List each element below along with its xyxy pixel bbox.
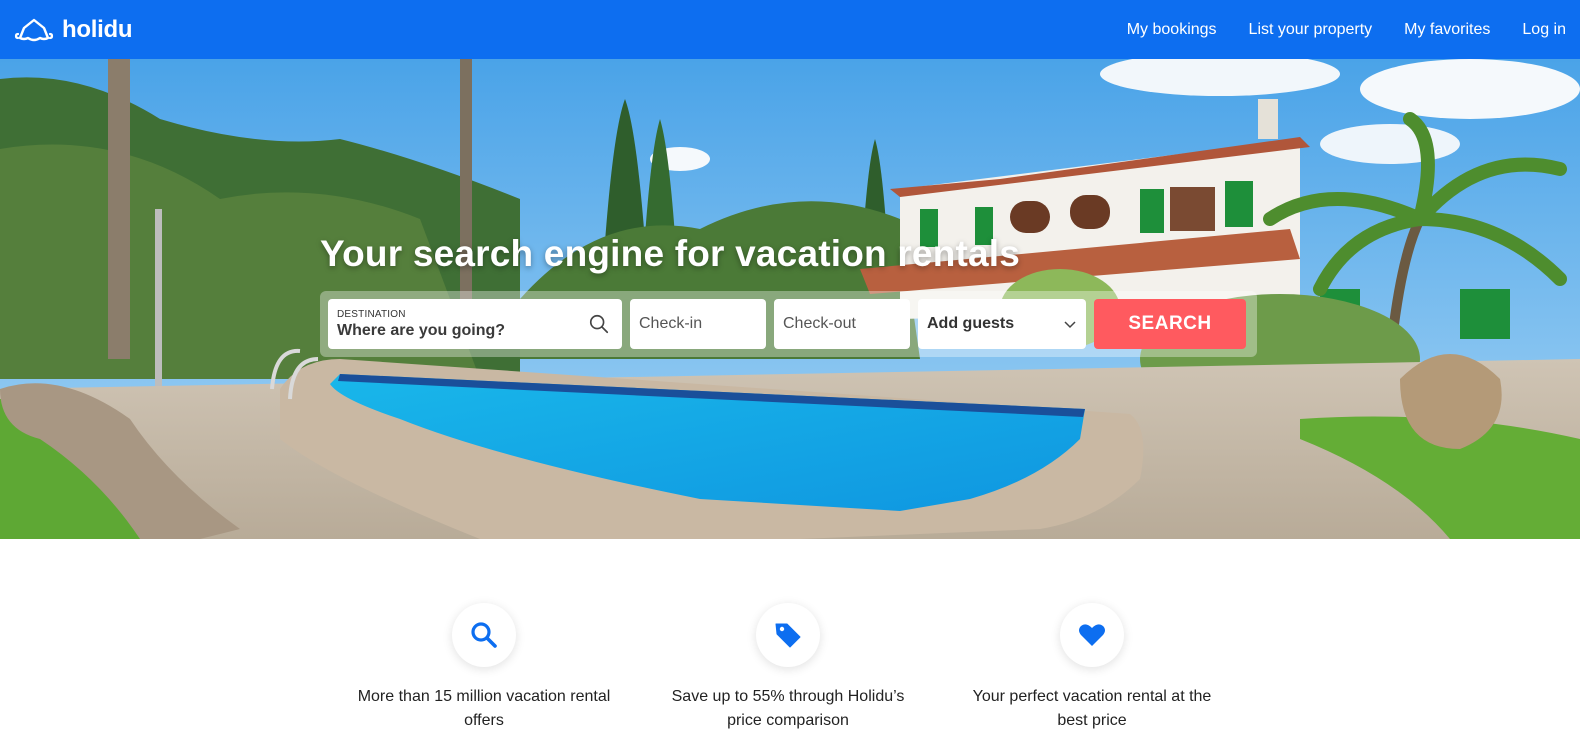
guests-select[interactable]: Add guests bbox=[918, 299, 1086, 349]
check-in-field[interactable]: Check-in bbox=[630, 299, 766, 349]
nav-my-favorites[interactable]: My favorites bbox=[1404, 21, 1490, 39]
search-icon bbox=[589, 314, 609, 334]
feature-icon-circle bbox=[756, 603, 820, 667]
feature-price-comparison: Save up to 55% through Holidu’s price co… bbox=[658, 603, 918, 733]
feature-icon-circle bbox=[1060, 603, 1124, 667]
search-button[interactable]: SEARCH bbox=[1094, 299, 1246, 349]
feature-icon-circle bbox=[452, 603, 516, 667]
house-logo-icon bbox=[14, 18, 54, 41]
destination-field[interactable]: DESTINATION bbox=[328, 299, 622, 349]
chevron-down-icon bbox=[1064, 321, 1076, 329]
holidu-logo[interactable]: holidu bbox=[14, 16, 132, 44]
search-icon bbox=[471, 622, 497, 648]
feature-best-price: Your perfect vacation rental at the best… bbox=[962, 603, 1222, 733]
price-tag-icon bbox=[775, 623, 801, 648]
main-nav: My bookings List your property My favori… bbox=[1127, 21, 1566, 39]
destination-label: DESTINATION bbox=[337, 308, 406, 320]
feature-text: Save up to 55% through Holidu’s price co… bbox=[671, 688, 905, 729]
hero-title: Your search engine for vacation rentals bbox=[320, 233, 1021, 274]
nav-log-in[interactable]: Log in bbox=[1522, 21, 1566, 39]
logo-text: holidu bbox=[62, 15, 133, 43]
features-section: More than 15 million vacation rental off… bbox=[0, 539, 1580, 754]
check-out-placeholder: Check-out bbox=[783, 315, 856, 332]
nav-my-bookings[interactable]: My bookings bbox=[1127, 21, 1217, 39]
feature-text: More than 15 million vacation rental off… bbox=[357, 688, 611, 729]
heart-icon bbox=[1079, 624, 1105, 646]
check-out-field[interactable]: Check-out bbox=[774, 299, 910, 349]
destination-input[interactable] bbox=[337, 321, 577, 340]
guests-label: Add guests bbox=[927, 315, 1015, 332]
nav-list-your-property[interactable]: List your property bbox=[1249, 21, 1373, 39]
check-in-placeholder: Check-in bbox=[639, 315, 703, 332]
top-navigation-bar: holidu My bookings List your property My… bbox=[0, 0, 1580, 59]
hero-section: Your search engine for vacation rentals … bbox=[0, 59, 1580, 539]
feature-offers: More than 15 million vacation rental off… bbox=[354, 603, 614, 733]
feature-text: Your perfect vacation rental at the best… bbox=[972, 688, 1212, 729]
search-form: DESTINATION Check-in Check-out Add guest… bbox=[320, 291, 1257, 357]
